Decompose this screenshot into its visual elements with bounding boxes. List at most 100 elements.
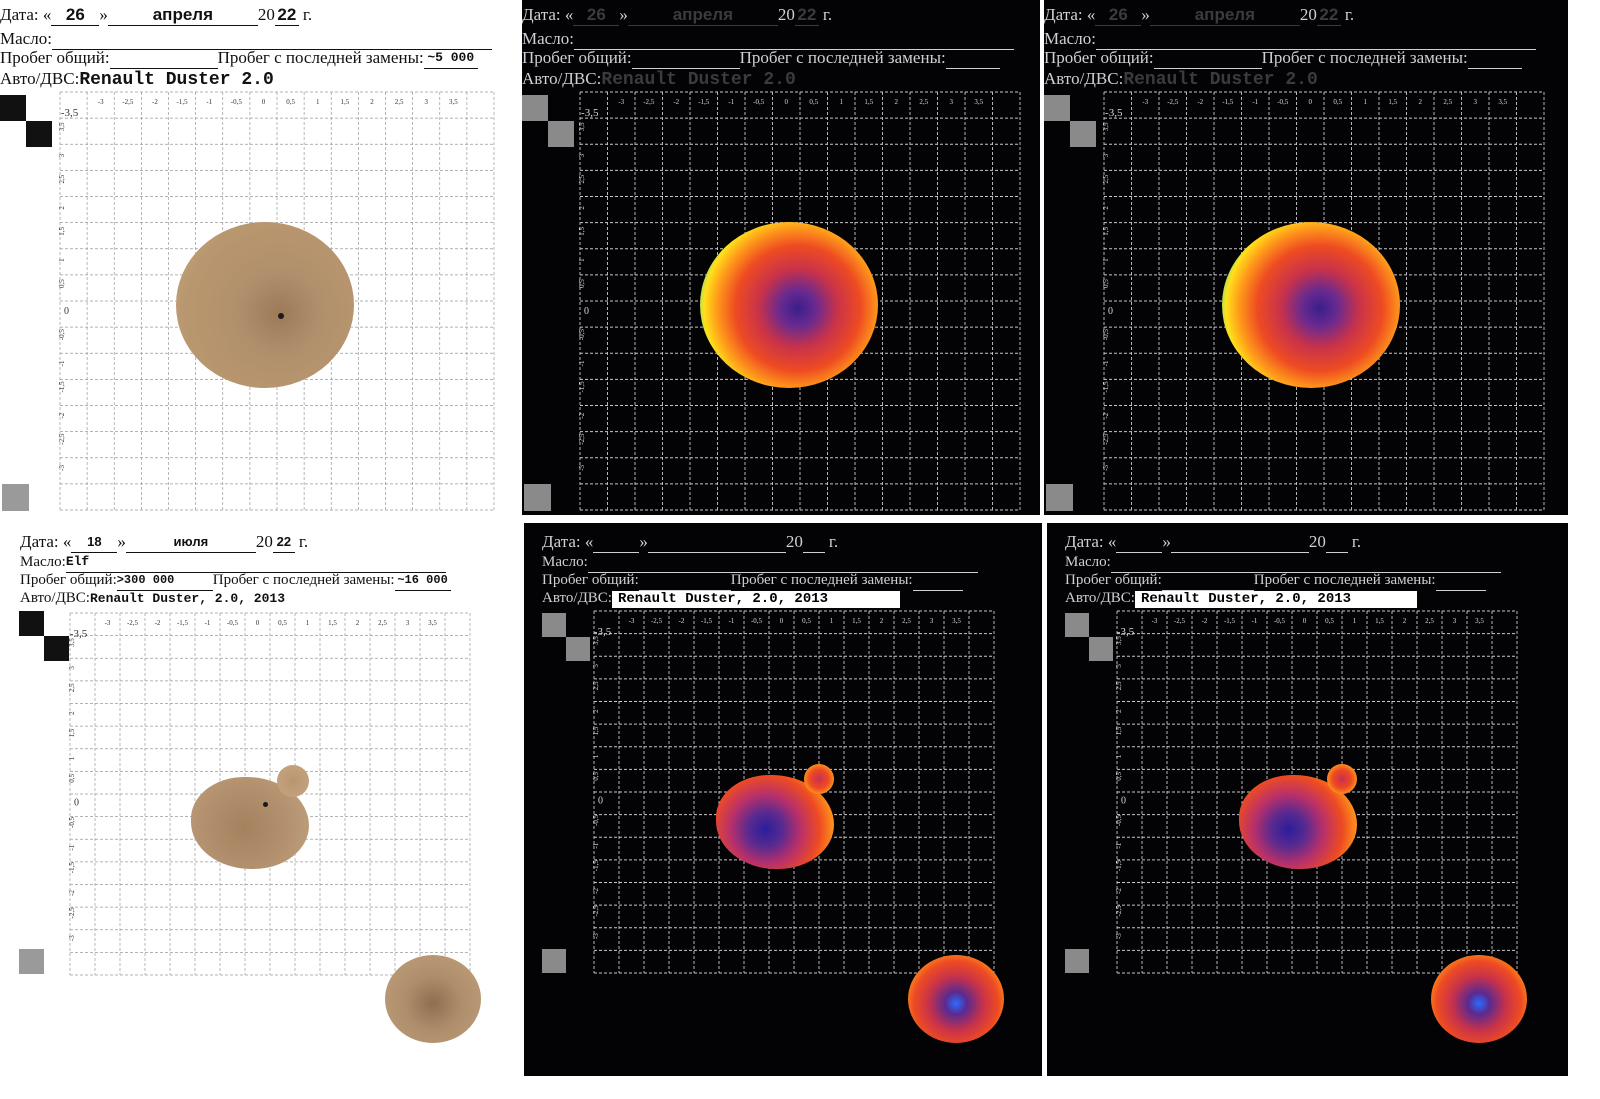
axis-tick-label: -1,5 xyxy=(578,381,586,393)
axis-tick-label: 2 xyxy=(356,619,360,627)
axis-tick-label: 3,5 xyxy=(428,619,437,627)
axis-tick-label: -2,5 xyxy=(1115,905,1123,917)
axis-tick-label: -2 xyxy=(1102,412,1110,418)
axis-tick-label: 2 xyxy=(1419,98,1423,106)
axis-tick-label: -1 xyxy=(729,617,735,625)
axis-tick-label: 0 xyxy=(74,797,79,808)
axis-tick-label: -2 xyxy=(155,619,161,627)
axis-tick-label: -3 xyxy=(98,98,104,106)
axis-tick-label: 0 xyxy=(256,619,260,627)
axis-tick-label: -2 xyxy=(152,98,158,106)
axis-tick-label: -1,5 xyxy=(701,617,713,625)
axis-tick-label: 1,5 xyxy=(852,617,861,625)
axis-tick-label: 0 xyxy=(1108,306,1113,317)
axis-tick-label: -0,5 xyxy=(1274,617,1286,625)
axis-tick-label: 1 xyxy=(578,258,586,262)
axis-tick-label: -0,5 xyxy=(58,329,66,341)
axis-tick-label: 1 xyxy=(316,98,320,106)
axis-tick-label: -0,5 xyxy=(592,814,600,826)
axis-tick-label: 1,5 xyxy=(1375,617,1384,625)
axis-tick-label: 2 xyxy=(68,711,76,715)
heatmap-spot-lobe xyxy=(1327,764,1357,794)
axis-tick-label: -2 xyxy=(68,889,76,895)
axis-tick-label: 2,5 xyxy=(1102,174,1110,183)
axis-tick-label: 1,5 xyxy=(328,619,337,627)
axis-tick-label: 0,5 xyxy=(1115,771,1123,780)
axis-tick-label: 2,5 xyxy=(919,98,928,106)
axis-tick-label: 0 xyxy=(64,306,69,317)
axis-tick-label: -1 xyxy=(1252,98,1258,106)
axis-tick-label: 0 xyxy=(780,617,784,625)
axis-tick-label: 0,5 xyxy=(592,771,600,780)
axis-tick-label: 3,5 xyxy=(1475,617,1484,625)
axis-tick-label: -3 xyxy=(58,464,66,470)
axis-tick-label: 1,5 xyxy=(864,98,873,106)
axis-tick-label: 3 xyxy=(424,98,428,106)
axis-tick-label: 2 xyxy=(1115,709,1123,713)
axis-tick-label: -2 xyxy=(673,98,679,106)
axis-tick-label: -2,5 xyxy=(1167,98,1179,106)
axis-tick-label: -1 xyxy=(728,98,734,106)
axis-tick-label: 0,5 xyxy=(802,617,811,625)
axis-tick-label: 2,5 xyxy=(378,619,387,627)
axis-tick-label: -0,5 xyxy=(753,98,765,106)
axis-tick-label: 2 xyxy=(370,98,374,106)
axis-tick-label: 0 xyxy=(598,795,603,806)
axis-tick-label: 1 xyxy=(58,258,66,262)
axis-tick-label: 3,5 xyxy=(449,98,458,106)
axis-tick-label: 1,5 xyxy=(1102,226,1110,235)
axis-tick-label: 0,5 xyxy=(809,98,818,106)
axis-tick-label: 3 xyxy=(578,153,586,157)
axis-tick-label: 1,5 xyxy=(1115,726,1123,735)
axis-tick-label: 2 xyxy=(1102,206,1110,210)
axis-tick-label: 1 xyxy=(1115,754,1123,758)
axis-tick-label: 2 xyxy=(592,709,600,713)
axis-tick-label: -1,5 xyxy=(592,860,600,872)
axis-tick-label: 0 xyxy=(1121,795,1126,806)
axis-tick-label: 3 xyxy=(58,153,66,157)
axis-tick-label: -2 xyxy=(592,887,600,893)
axis-tick-label: 3,5 xyxy=(592,636,600,645)
stain-center-dot xyxy=(263,802,268,807)
axis-tick-label: 3 xyxy=(1115,664,1123,668)
axis-tick-label: -2,5 xyxy=(643,98,655,106)
axis-tick-label: -3 xyxy=(68,935,76,941)
axis-tick-label: -0,5 xyxy=(231,98,243,106)
axis-tick-label: 3,5 xyxy=(68,638,76,647)
heatmap-spot-secondary xyxy=(1431,955,1527,1043)
axis-tick-label: 0,5 xyxy=(278,619,287,627)
axis-tick-label: -0,5 xyxy=(68,816,76,828)
axis-tick-label: 0 xyxy=(584,306,589,317)
axis-tick-label: -1 xyxy=(592,842,600,848)
axis-tick-label: -1,5 xyxy=(1115,860,1123,872)
heatmap-spot xyxy=(1222,222,1400,388)
axis-tick-label: 3 xyxy=(592,664,600,668)
panel-july-original: Дата: «18» июля 20 22 г. Масло:Elf Пробег об… xyxy=(15,525,515,1070)
panel-july-heatmap-2: Дата: «» 20 г. Масло: Пробег общий: Пробег … xyxy=(1047,523,1568,1076)
axis-tick-label: -1 xyxy=(58,360,66,366)
axis-tick-label: 0 xyxy=(1303,617,1307,625)
axis-tick-label: -3 xyxy=(592,933,600,939)
axis-tick-label: -2,5 xyxy=(578,433,586,445)
axis-tick-label: 0,5 xyxy=(1325,617,1334,625)
axis-tick-label: -1 xyxy=(205,619,211,627)
axis-tick-label: 3,5 xyxy=(58,122,66,131)
axis-tick-label: -3 xyxy=(1102,464,1110,470)
axis-tick-label: 2,5 xyxy=(1115,681,1123,690)
axis-tick-label: -3 xyxy=(1115,933,1123,939)
axis-tick-label: -3 xyxy=(1142,98,1148,106)
axis-tick-label: 1 xyxy=(1364,98,1368,106)
oil-stain-secondary xyxy=(385,955,481,1043)
axis-tick-label: -3 xyxy=(105,619,111,627)
axis-tick-label: -0,5 xyxy=(751,617,763,625)
axis-tick-label: -2 xyxy=(679,617,685,625)
axis-tick-label: -3,5 xyxy=(61,107,79,119)
axis-tick-label: 1 xyxy=(306,619,310,627)
axis-tick-label: -1,5 xyxy=(177,619,189,627)
axis-tick-label: -2,5 xyxy=(58,433,66,445)
axis-tick-label: 3 xyxy=(68,666,76,670)
stain-center-dot xyxy=(278,313,284,319)
axis-tick-label: -2,5 xyxy=(592,905,600,917)
axis-tick-label: -1,5 xyxy=(68,862,76,874)
axis-tick-label: 2,5 xyxy=(1425,617,1434,625)
